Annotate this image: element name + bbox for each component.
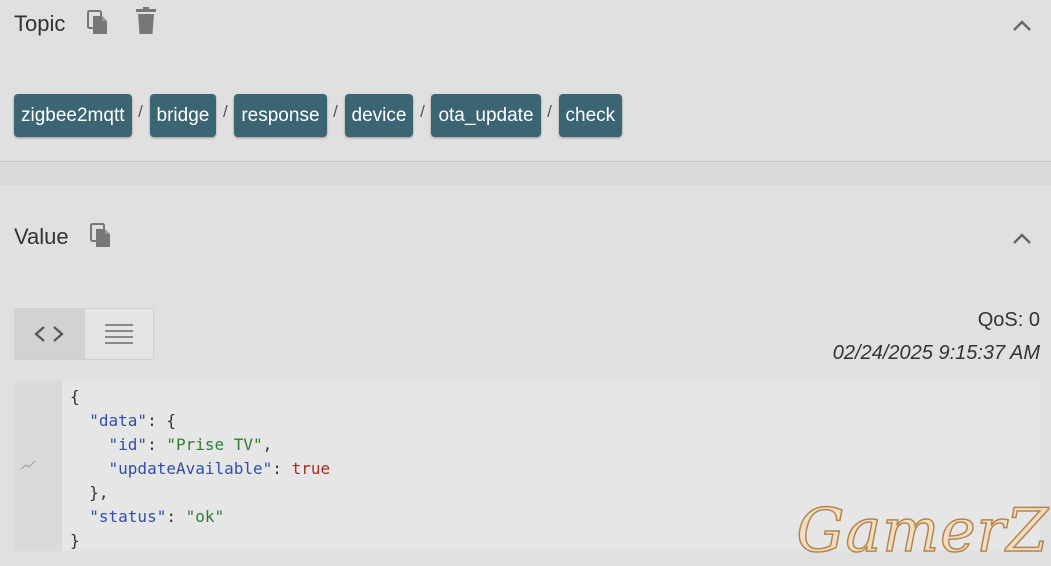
message-timestamp: 02/24/2025 9:15:37 AM [832, 342, 1040, 364]
topic-separator: / [547, 101, 552, 121]
topic-segment[interactable]: check [558, 94, 623, 137]
chevron-up-icon [1013, 20, 1031, 31]
copy-icon [90, 223, 110, 247]
json-key: "updateAvailable" [108, 459, 273, 478]
topic-separator: / [333, 101, 338, 121]
value-title: Value [14, 224, 69, 249]
panel-divider [0, 163, 1051, 185]
code-line: "status": "ok" [89, 507, 225, 526]
json-string: "ok" [185, 507, 225, 526]
list-icon [104, 324, 133, 344]
list-view-button[interactable] [83, 309, 153, 359]
copy-topic-button[interactable] [86, 9, 110, 37]
code-punct: } [70, 531, 80, 550]
topic-segment[interactable]: ota_update [431, 94, 541, 137]
code-icon [34, 326, 64, 342]
topic-segment[interactable]: device [344, 94, 414, 137]
json-string: "Prise TV" [166, 435, 263, 454]
json-code: { "data": { "id": "Prise TV", "updateAva… [70, 385, 330, 553]
code-view-button[interactable] [15, 309, 84, 359]
code-line: { [70, 385, 330, 409]
json-boolean: true [291, 459, 331, 478]
topic-title: Topic [14, 11, 66, 36]
view-mode-toggle [14, 308, 154, 360]
copy-value-button[interactable] [89, 222, 113, 250]
json-key: "id" [108, 435, 148, 454]
topic-breadcrumb: zigbee2mqtt / bridge / response / device… [14, 94, 623, 137]
topic-segment[interactable]: response [234, 94, 327, 137]
collapse-topic-button[interactable] [1008, 11, 1036, 39]
topic-separator: / [138, 101, 143, 121]
topic-separator: / [420, 101, 425, 121]
code-line: }, [70, 481, 330, 505]
code-line: "data": { [89, 411, 176, 430]
code-line: } [70, 529, 330, 553]
trash-icon [136, 7, 156, 34]
editor-gutter [14, 381, 62, 551]
code-punct: }, [70, 483, 109, 502]
collapse-value-button[interactable] [1008, 224, 1036, 252]
json-key: "status" [89, 507, 167, 526]
chevron-up-icon [1013, 233, 1031, 244]
qos-label: QoS: 0 [977, 309, 1040, 331]
code-line: "updateAvailable": true [108, 459, 331, 478]
topic-panel: Topic zigbee2mqtt / bridge / response / … [0, 0, 1051, 162]
code-line: "id": "Prise TV", [108, 435, 273, 454]
topic-segment[interactable]: zigbee2mqtt [14, 94, 132, 137]
topic-separator: / [222, 101, 228, 121]
fold-marker-icon [20, 460, 36, 470]
code-punct: { [70, 387, 80, 406]
watermark-logo: GamerZ [796, 496, 1049, 566]
json-key: "data" [89, 411, 148, 430]
copy-icon [87, 10, 107, 34]
delete-topic-button[interactable] [134, 7, 158, 35]
topic-segment[interactable]: bridge [149, 94, 217, 137]
